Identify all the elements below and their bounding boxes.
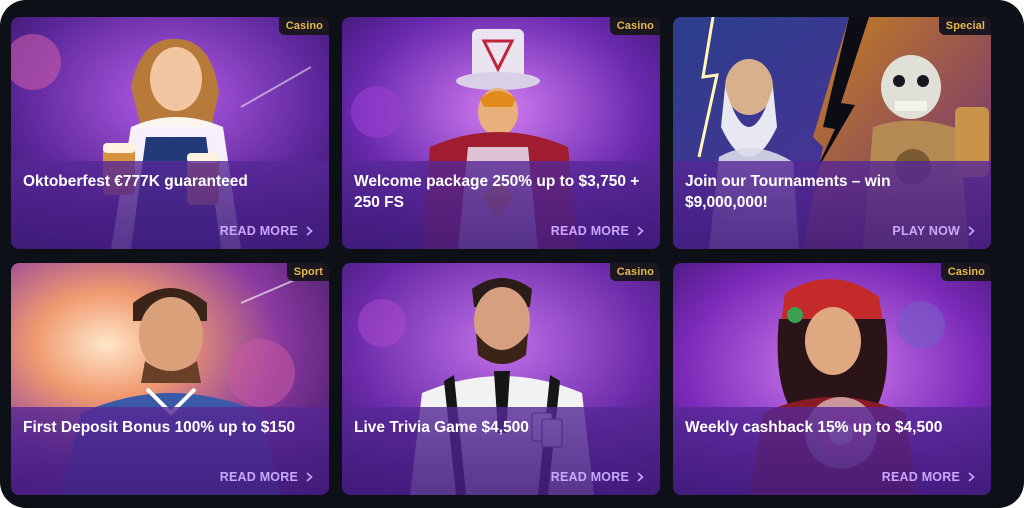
promotions-page: Casino Oktoberfest €777K guaranteed READ… [0, 0, 1024, 508]
play-now-link[interactable]: PLAY NOW [892, 224, 975, 238]
promo-card-live-trivia[interactable]: Casino Live Trivia Game $4,500 READ MORE [342, 263, 660, 495]
promo-title: Oktoberfest €777K guaranteed [23, 173, 248, 190]
promo-title: Welcome package 250% up to $3,750 + 250 … [354, 173, 640, 211]
chevron-right-icon [968, 226, 975, 236]
read-more-link[interactable]: READ MORE [220, 224, 313, 238]
promo-title: Weekly cashback 15% up to $4,500 [685, 419, 943, 436]
cta-label: READ MORE [219, 224, 298, 238]
chevron-right-icon [968, 472, 975, 482]
read-more-link[interactable]: READ MORE [551, 224, 644, 238]
promo-card-weekly-cashback[interactable]: Casino Weekly cashback 15% up to $4,500 … [673, 263, 991, 495]
promo-card-tournaments[interactable]: Special Join our Tournaments – win $9,00… [673, 17, 991, 249]
promo-title: Join our Tournaments – win $9,000,000! [685, 173, 891, 211]
promo-card-welcome-package[interactable]: Casino Welcome package 250% up to $3,750… [342, 17, 660, 249]
category-badge: Special [938, 17, 991, 35]
chevron-right-icon [306, 472, 313, 482]
promo-title: First Deposit Bonus 100% up to $150 [23, 419, 296, 436]
read-more-link[interactable]: READ MORE [220, 470, 313, 484]
promo-card-first-deposit[interactable]: Sport First Deposit Bonus 100% up to $15… [11, 263, 329, 495]
chevron-right-icon [637, 472, 644, 482]
cta-label: PLAY NOW [892, 224, 960, 238]
category-badge: Casino [609, 263, 660, 281]
read-more-link[interactable]: READ MORE [882, 470, 975, 484]
cta-label: READ MORE [550, 224, 629, 238]
promotions-grid: Casino Oktoberfest €777K guaranteed READ… [11, 17, 991, 495]
category-badge: Casino [609, 17, 660, 35]
cta-label: READ MORE [219, 470, 298, 484]
chevron-right-icon [306, 226, 313, 236]
chevron-right-icon [637, 226, 644, 236]
promo-card-oktoberfest[interactable]: Casino Oktoberfest €777K guaranteed READ… [11, 17, 329, 249]
category-badge: Casino [940, 263, 991, 281]
category-badge: Sport [286, 263, 329, 281]
category-badge: Casino [278, 17, 329, 35]
cta-label: READ MORE [881, 470, 960, 484]
promo-title: Live Trivia Game $4,500 [354, 419, 529, 436]
cta-label: READ MORE [550, 470, 629, 484]
read-more-link[interactable]: READ MORE [551, 470, 644, 484]
